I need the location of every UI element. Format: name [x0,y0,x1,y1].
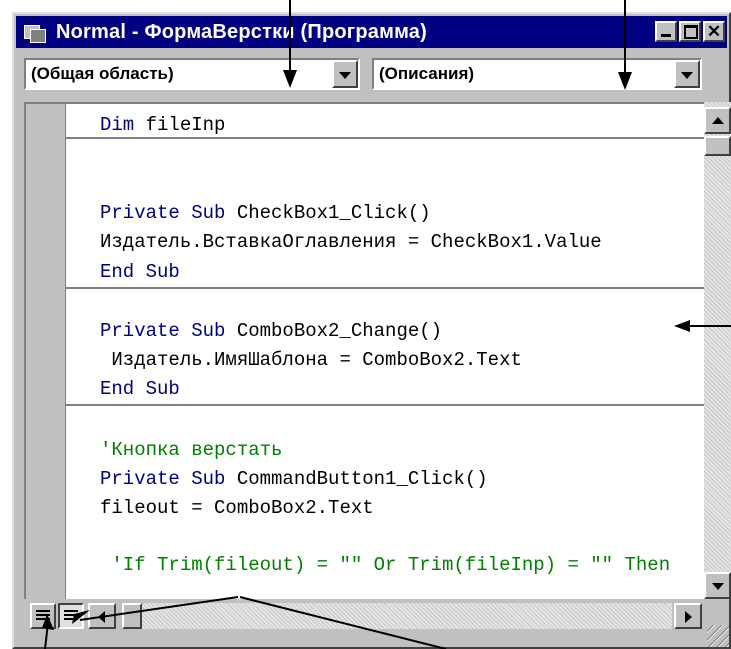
title-bar[interactable]: Normal - ФормаВерстки (Программа) ✕ [16,16,727,48]
procedure-view-button[interactable] [30,603,56,629]
scroll-down-button[interactable] [704,572,731,599]
full-module-view-button[interactable] [58,603,84,629]
scroll-right-button[interactable] [674,603,702,629]
code-text: ComboBox2_Change() [236,320,443,342]
procedure-separator [66,137,704,139]
code-line[interactable]: End Sub [100,378,180,400]
procedure-combo-value: (Описания) [379,64,475,83]
object-combo-dropdown-button[interactable] [332,60,358,88]
procedure-separator [66,287,704,289]
code-keyword: Private Sub [100,320,237,342]
code-text: Издатель.ВставкаОглавления = CheckBox1.V… [100,231,602,253]
vba-module-icon [24,23,46,43]
code-line[interactable]: Private Sub CommandButton1_Click() [100,468,488,490]
vertical-scroll-thumb[interactable] [704,136,731,156]
object-combo-value: (Общая область) [31,64,174,83]
procedure-combo[interactable]: (Описания) [372,58,702,90]
object-combo[interactable]: (Общая область) [24,58,360,90]
code-text: CommandButton1_Click() [236,468,488,490]
code-line[interactable]: Private Sub ComboBox2_Change() [100,320,442,342]
close-icon: ✕ [706,22,722,41]
maximize-button[interactable] [679,21,701,42]
code-keyword: End Sub [100,261,180,283]
code-keyword: Dim [100,114,146,136]
code-keyword: Private Sub [100,202,237,224]
code-comment: 'If Trim(fileout) = "" Or Trim(fileInp) … [100,554,671,576]
code-line[interactable]: End Sub [100,261,180,283]
code-keyword: Private Sub [100,468,237,490]
code-text: fileInp [145,114,226,136]
code-line[interactable]: fileout = ComboBox2.Text [100,497,374,519]
code-pane[interactable]: Dim fileInp Private Sub CheckBox1_Click(… [24,102,704,599]
code-line[interactable]: Private Sub CheckBox1_Click() [100,202,431,224]
code-keyword: End Sub [100,378,180,400]
scroll-up-button[interactable] [704,107,731,134]
full-module-view-icon [64,610,78,622]
code-line[interactable]: Издатель.ВставкаОглавления = CheckBox1.V… [100,231,602,253]
code-window: Normal - ФормаВерстки (Программа) ✕ (Общ… [12,12,731,649]
bottom-bar [24,601,704,631]
code-line[interactable]: 'Кнопка верстать [100,439,282,461]
code-comment: 'Кнопка верстать [100,439,283,461]
procedure-separator [66,404,704,406]
minimize-button[interactable] [655,21,677,42]
margin-indicator-bar[interactable] [26,104,66,599]
procedure-view-icon [36,610,50,622]
window-title: Normal - ФормаВерстки (Программа) [56,20,427,43]
scroll-left-button[interactable] [88,603,116,629]
code-editor[interactable]: Dim fileInp Private Sub CheckBox1_Click(… [66,104,704,599]
code-text: fileout = ComboBox2.Text [100,497,374,519]
vertical-scrollbar[interactable] [704,102,731,599]
resize-grip[interactable] [707,625,729,647]
code-line[interactable]: 'If Trim(fileout) = "" Or Trim(fileInp) … [100,554,670,576]
procedure-combo-dropdown-button[interactable] [674,60,700,88]
window-controls: ✕ [655,21,725,42]
horizontal-scroll-thumb[interactable] [122,603,142,629]
code-text: Издатель.ИмяШаблона = ComboBox2.Text [100,349,522,371]
close-button[interactable]: ✕ [703,21,725,42]
code-text: CheckBox1_Click() [236,202,431,224]
code-line[interactable]: Dim fileInp [100,114,225,136]
horizontal-scrollbar[interactable] [142,603,672,629]
code-line[interactable]: Издатель.ИмяШаблона = ComboBox2.Text [100,349,522,371]
